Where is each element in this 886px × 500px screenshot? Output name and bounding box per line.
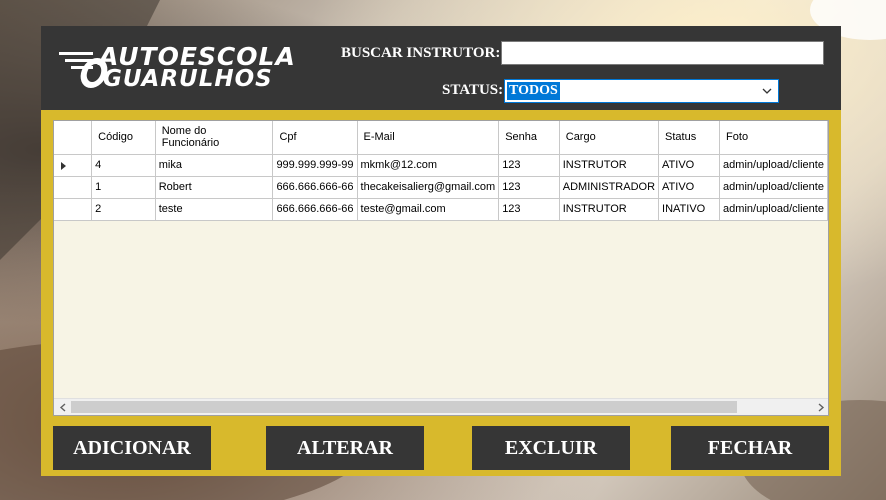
cell-cpf[interactable]: 666.666.666-66 <box>272 176 358 199</box>
cell-email[interactable]: thecakeisalierg@gmail.com <box>357 176 500 199</box>
row-selector[interactable] <box>54 176 93 199</box>
scroll-right-icon[interactable] <box>814 401 828 414</box>
horizontal-scrollbar[interactable] <box>54 398 828 415</box>
table-row[interactable]: 2 teste 666.666.666-66 teste@gmail.com 1… <box>54 198 828 221</box>
cell-nome[interactable]: teste <box>155 198 274 221</box>
delete-button[interactable]: EXCLUIR <box>472 426 630 470</box>
scroll-left-icon[interactable] <box>56 401 70 414</box>
row-selector[interactable] <box>54 154 93 177</box>
cell-status[interactable]: ATIVO <box>658 176 721 199</box>
status-dropdown[interactable]: TODOS <box>504 79 779 103</box>
data-table: Código Nome do Funcionário Cpf E-Mail Se… <box>54 121 828 221</box>
col-header-cargo[interactable]: Cargo <box>559 121 660 155</box>
status-label: STATUS: <box>442 82 504 98</box>
cell-status[interactable]: ATIVO <box>658 154 721 177</box>
cell-cpf[interactable]: 999.999.999-99 <box>272 154 358 177</box>
row-pointer-icon <box>61 161 66 170</box>
cell-email[interactable]: teste@gmail.com <box>357 198 500 221</box>
logo-line2: GUARULHOS <box>103 66 273 92</box>
cell-cpf[interactable]: 666.666.666-66 <box>272 198 358 221</box>
status-selected-value: TODOS <box>507 82 560 100</box>
cell-nome[interactable]: Robert <box>155 176 274 199</box>
col-header-email[interactable]: E-Mail <box>357 121 500 155</box>
cell-codigo[interactable]: 4 <box>91 154 156 177</box>
cell-codigo[interactable]: 2 <box>91 198 156 221</box>
edit-button[interactable]: ALTERAR <box>266 426 424 470</box>
search-input[interactable] <box>501 41 824 65</box>
cell-senha[interactable]: 123 <box>498 154 560 177</box>
cell-foto[interactable]: admin/upload/cliente <box>719 154 828 177</box>
scrollbar-thumb[interactable] <box>71 401 737 413</box>
cell-senha[interactable]: 123 <box>498 198 560 221</box>
add-button[interactable]: ADICIONAR <box>53 426 211 470</box>
instructor-window: AUTOESCOLA GUARULHOS BUSCAR INSTRUTOR: S… <box>41 26 841 476</box>
cell-foto[interactable]: admin/upload/cliente <box>719 198 828 221</box>
col-header-status[interactable]: Status <box>658 121 721 155</box>
cell-codigo[interactable]: 1 <box>91 176 156 199</box>
autoescola-logo: AUTOESCOLA GUARULHOS <box>55 42 325 92</box>
cell-cargo[interactable]: ADMINISTRADOR <box>559 176 660 199</box>
col-header-senha[interactable]: Senha <box>498 121 560 155</box>
cell-nome[interactable]: mika <box>155 154 274 177</box>
table-row[interactable]: 1 Robert 666.666.666-66 thecakeisalierg@… <box>54 176 828 199</box>
search-label: BUSCAR INSTRUTOR: <box>341 45 501 61</box>
col-header-foto[interactable]: Foto <box>719 121 828 155</box>
chevron-down-icon[interactable] <box>760 84 774 98</box>
cell-status[interactable]: INATIVO <box>658 198 721 221</box>
col-header-codigo[interactable]: Código <box>91 121 156 155</box>
cell-cargo[interactable]: INSTRUTOR <box>559 154 660 177</box>
row-selector[interactable] <box>54 198 93 221</box>
cell-email[interactable]: mkmk@12.com <box>357 154 500 177</box>
table-row[interactable]: 4 mika 999.999.999-99 mkmk@12.com 123 IN… <box>54 154 828 177</box>
close-button[interactable]: FECHAR <box>671 426 829 470</box>
cell-senha[interactable]: 123 <box>498 176 560 199</box>
instructor-grid[interactable]: Código Nome do Funcionário Cpf E-Mail Se… <box>53 120 829 416</box>
cell-foto[interactable]: admin/upload/cliente <box>719 176 828 199</box>
col-header-nome[interactable]: Nome do Funcionário <box>155 121 274 155</box>
row-header-corner <box>54 121 93 155</box>
cell-cargo[interactable]: INSTRUTOR <box>559 198 660 221</box>
content-panel: Código Nome do Funcionário Cpf E-Mail Se… <box>41 110 841 476</box>
header-row: Código Nome do Funcionário Cpf E-Mail Se… <box>54 121 828 155</box>
header-bar: AUTOESCOLA GUARULHOS BUSCAR INSTRUTOR: S… <box>41 26 841 110</box>
col-header-cpf[interactable]: Cpf <box>272 121 358 155</box>
